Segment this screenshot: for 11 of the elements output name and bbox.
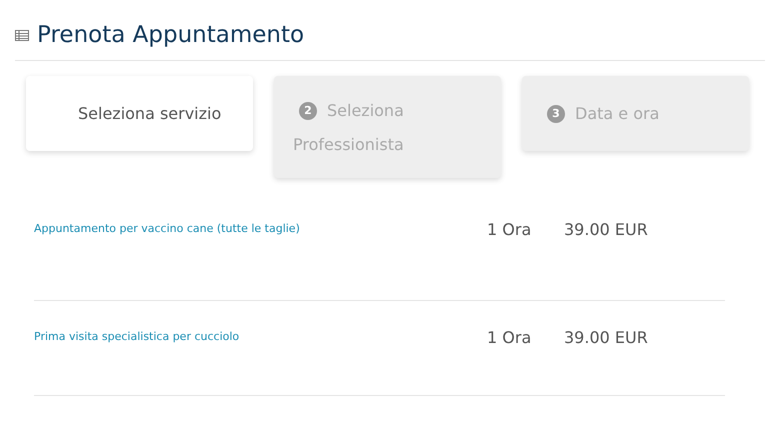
step-tab[interactable]: 2 Seleziona Professionista bbox=[274, 76, 501, 178]
service-link[interactable]: Prima visita specialistica per cucciolo bbox=[34, 326, 487, 346]
list-icon bbox=[15, 30, 29, 42]
step-tab[interactable]: Seleziona servizio bbox=[26, 76, 253, 151]
service-link[interactable]: Appuntamento per vaccino cane (tutte le taglie) bbox=[34, 218, 487, 238]
service-duration: 1 Ora bbox=[487, 218, 532, 241]
service-price: 39.00 EUR bbox=[564, 326, 648, 349]
step-tab[interactable]: 3 Data e ora bbox=[522, 76, 749, 151]
service-price: 39.00 EUR bbox=[564, 218, 648, 241]
service-duration: 1 Ora bbox=[487, 326, 532, 349]
page-title: Prenota Appuntamento bbox=[37, 22, 304, 50]
